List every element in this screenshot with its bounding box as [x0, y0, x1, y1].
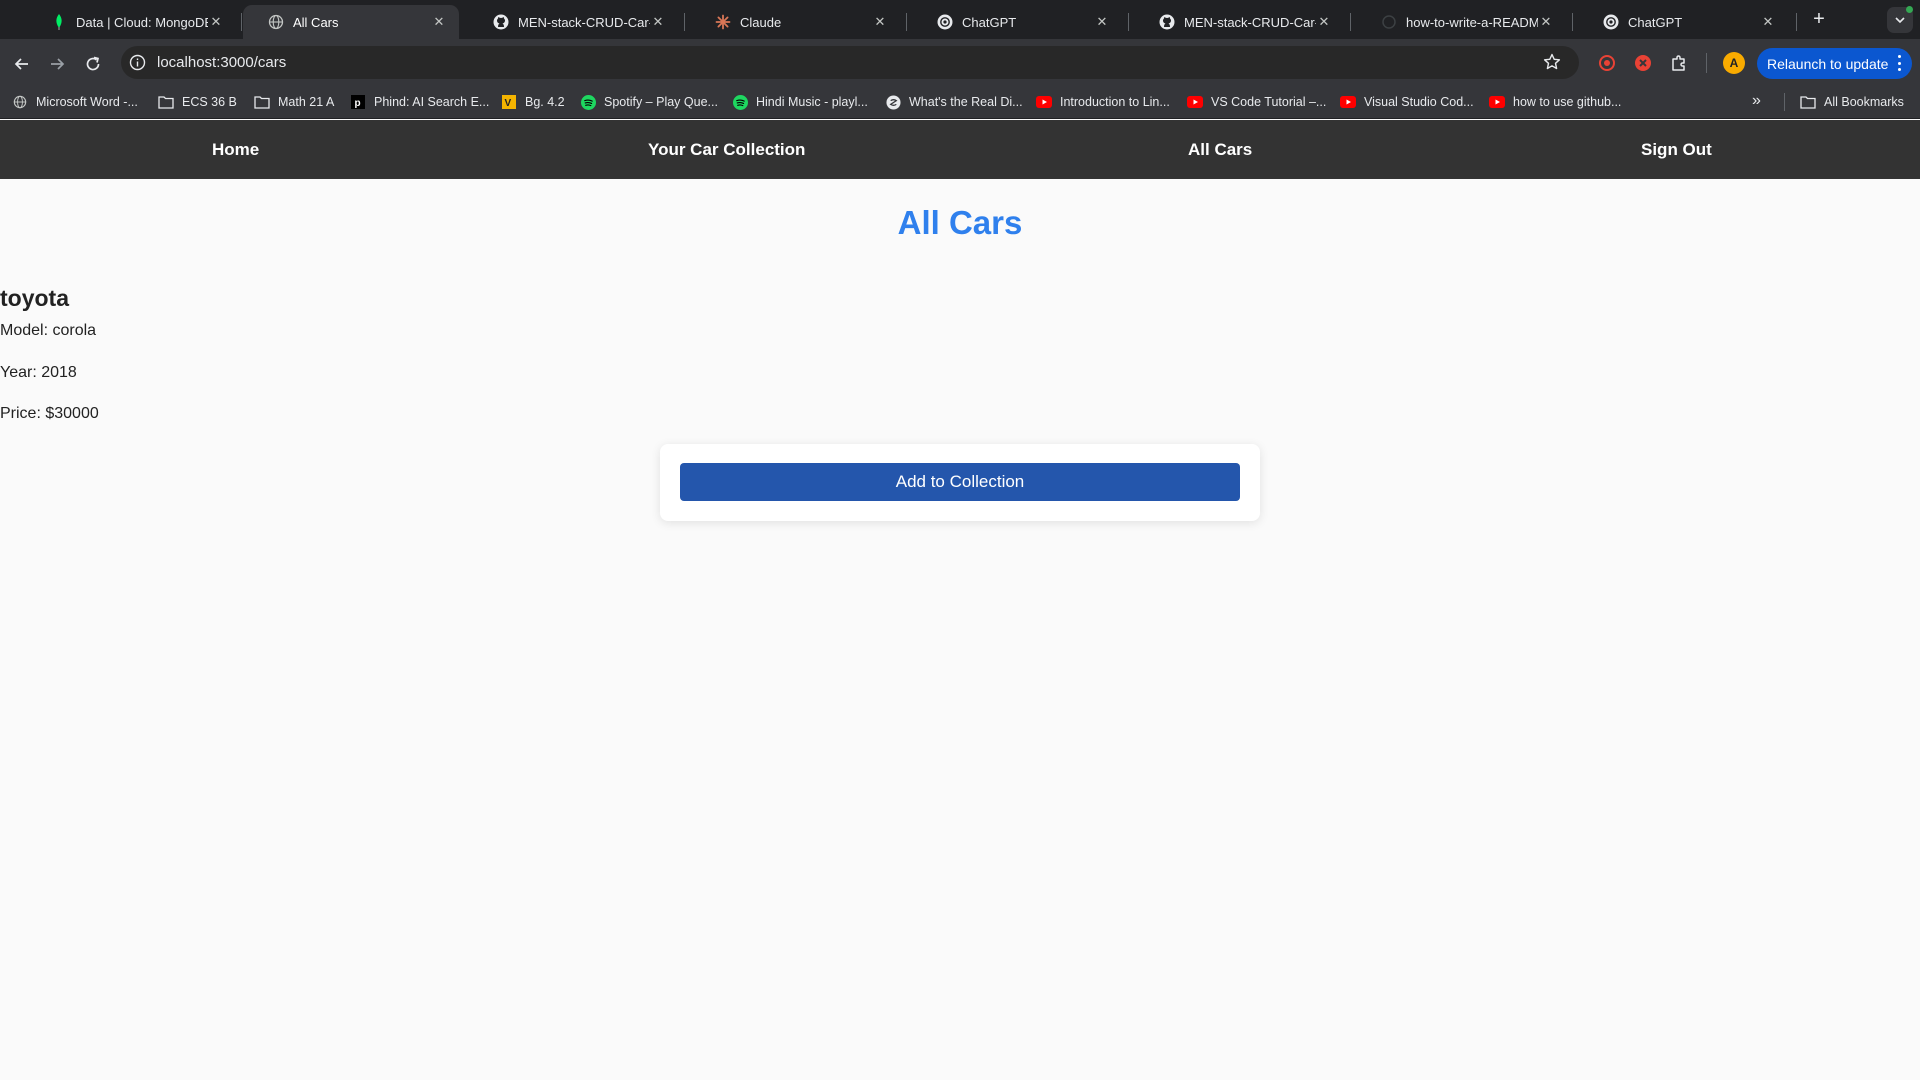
forward-button[interactable]: [43, 50, 71, 78]
mongodb-leaf-icon: [51, 14, 67, 30]
tab-divider: [1796, 13, 1797, 31]
relaunch-button[interactable]: Relaunch to update: [1757, 48, 1912, 79]
tab-chatgpt-2[interactable]: ChatGPT ✕: [1578, 5, 1788, 39]
site-navbar: [0, 120, 1920, 179]
claude-icon: [715, 14, 731, 30]
relaunch-label: Relaunch to update: [1767, 55, 1889, 72]
close-icon[interactable]: ✕: [1538, 14, 1554, 30]
tab-claude[interactable]: Claude ✕: [690, 5, 900, 39]
phind-icon: p: [350, 94, 366, 110]
tab-all-cars[interactable]: All Cars ✕: [243, 5, 459, 39]
globe-icon: [268, 14, 284, 30]
tab-github-crud[interactable]: MEN-stack-CRUD-Car-App ✕: [468, 5, 678, 39]
star-icon[interactable]: [1543, 53, 1561, 71]
folder-icon: [158, 94, 174, 110]
nav-all-cars-link[interactable]: All Cars: [1188, 140, 1252, 160]
bookmark-item[interactable]: p Phind: AI Search E...: [350, 93, 489, 111]
car-model: Model: corola: [0, 322, 97, 339]
close-icon[interactable]: ✕: [872, 14, 888, 30]
nav-home-link[interactable]: Home: [212, 140, 259, 160]
chatgpt-icon: [937, 14, 953, 30]
site-icon: [885, 94, 901, 110]
bookmark-item[interactable]: Visual Studio Cod...: [1340, 93, 1474, 111]
bookmark-item[interactable]: V Bg. 4.2: [501, 93, 565, 111]
spotify-icon: [580, 94, 596, 110]
github-icon: [1159, 14, 1175, 30]
extension-red-icon[interactable]: [1596, 52, 1618, 74]
folder-icon: [1800, 94, 1816, 110]
url-text: localhost:3000/cars: [157, 54, 287, 71]
tab-readme[interactable]: how-to-write-a-README/README ✕: [1356, 5, 1566, 39]
close-icon[interactable]: ✕: [1316, 14, 1332, 30]
svg-text:V: V: [505, 98, 512, 109]
double-chevron-right-icon[interactable]: »: [1752, 92, 1761, 110]
bookmark-folder[interactable]: ECS 36 B: [158, 93, 237, 111]
back-button[interactable]: [8, 50, 36, 78]
arrow-left-icon: [14, 58, 28, 70]
github-icon: [493, 14, 509, 30]
tab-divider: [906, 13, 907, 31]
nav-collection-link[interactable]: Your Car Collection: [648, 140, 805, 160]
bookmark-item[interactable]: Introduction to Lin...: [1036, 93, 1170, 111]
bookmark-item[interactable]: VS Code Tutorial –...: [1187, 93, 1326, 111]
extensions-puzzle-icon[interactable]: [1668, 52, 1690, 74]
globe-icon: [12, 94, 28, 110]
bookmark-folder[interactable]: Math 21 A: [254, 93, 334, 111]
youtube-icon: [1187, 94, 1203, 110]
bookmark-item[interactable]: Microsoft Word -...: [12, 93, 138, 111]
close-icon[interactable]: ✕: [1094, 14, 1110, 30]
tab-chatgpt-1[interactable]: ChatGPT ✕: [912, 5, 1122, 39]
bookmarks-divider: [1784, 93, 1785, 111]
svg-text:p: p: [355, 98, 361, 109]
car-year: Year: 2018: [0, 364, 77, 381]
car-make: toyota: [0, 285, 69, 311]
tab-divider: [1128, 13, 1129, 31]
chatgpt-icon: [1603, 14, 1619, 30]
folder-icon: [254, 94, 270, 110]
tab-search-button[interactable]: [1887, 6, 1913, 33]
tab-divider: [241, 13, 242, 31]
bookmark-item[interactable]: Hindi Music - playl...: [732, 93, 868, 111]
profile-avatar[interactable]: A: [1723, 52, 1745, 74]
close-icon[interactable]: ✕: [650, 14, 666, 30]
loading-icon: [1381, 14, 1397, 30]
arrow-right-icon: [51, 58, 65, 70]
youtube-icon: [1340, 94, 1356, 110]
reload-button[interactable]: [79, 50, 107, 78]
tab-divider: [1350, 13, 1351, 31]
bookmark-item[interactable]: how to use github...: [1489, 93, 1621, 111]
youtube-icon: [1489, 94, 1505, 110]
add-to-collection-button[interactable]: Add to Collection: [680, 463, 1240, 501]
vedabase-icon: V: [501, 94, 517, 110]
all-bookmarks-button[interactable]: All Bookmarks: [1800, 93, 1904, 111]
reload-icon: [86, 56, 100, 71]
car-price: Price: $30000: [0, 405, 99, 422]
close-icon[interactable]: ✕: [1760, 14, 1776, 30]
tab-divider: [684, 13, 685, 31]
close-icon[interactable]: ✕: [431, 14, 447, 30]
spotify-icon: [732, 94, 748, 110]
close-icon[interactable]: ✕: [208, 14, 224, 30]
tab-divider: [1572, 13, 1573, 31]
kebab-menu-icon: [1898, 55, 1902, 71]
chevron-down-icon: [1895, 17, 1905, 24]
site-info-icon[interactable]: [129, 54, 146, 71]
address-bar[interactable]: localhost:3000/cars: [121, 46, 1579, 79]
toolbar-divider: [1706, 53, 1707, 73]
youtube-icon: [1036, 94, 1052, 110]
update-dot: [1906, 6, 1913, 13]
bookmark-item[interactable]: Spotify – Play Que...: [580, 93, 718, 111]
tab-github-crud-2[interactable]: MEN-stack-CRUD-Car-App ✕: [1134, 5, 1344, 39]
tab-mongodb[interactable]: Data | Cloud: MongoDB Cloud ✕: [26, 5, 236, 39]
page-title: All Cars: [897, 204, 1023, 241]
new-tab-plus-icon[interactable]: +: [1807, 7, 1831, 31]
extension-blocker-icon[interactable]: [1632, 52, 1654, 74]
bookmark-item[interactable]: What's the Real Di...: [885, 93, 1023, 111]
nav-sign-out-link[interactable]: Sign Out: [1641, 140, 1712, 160]
